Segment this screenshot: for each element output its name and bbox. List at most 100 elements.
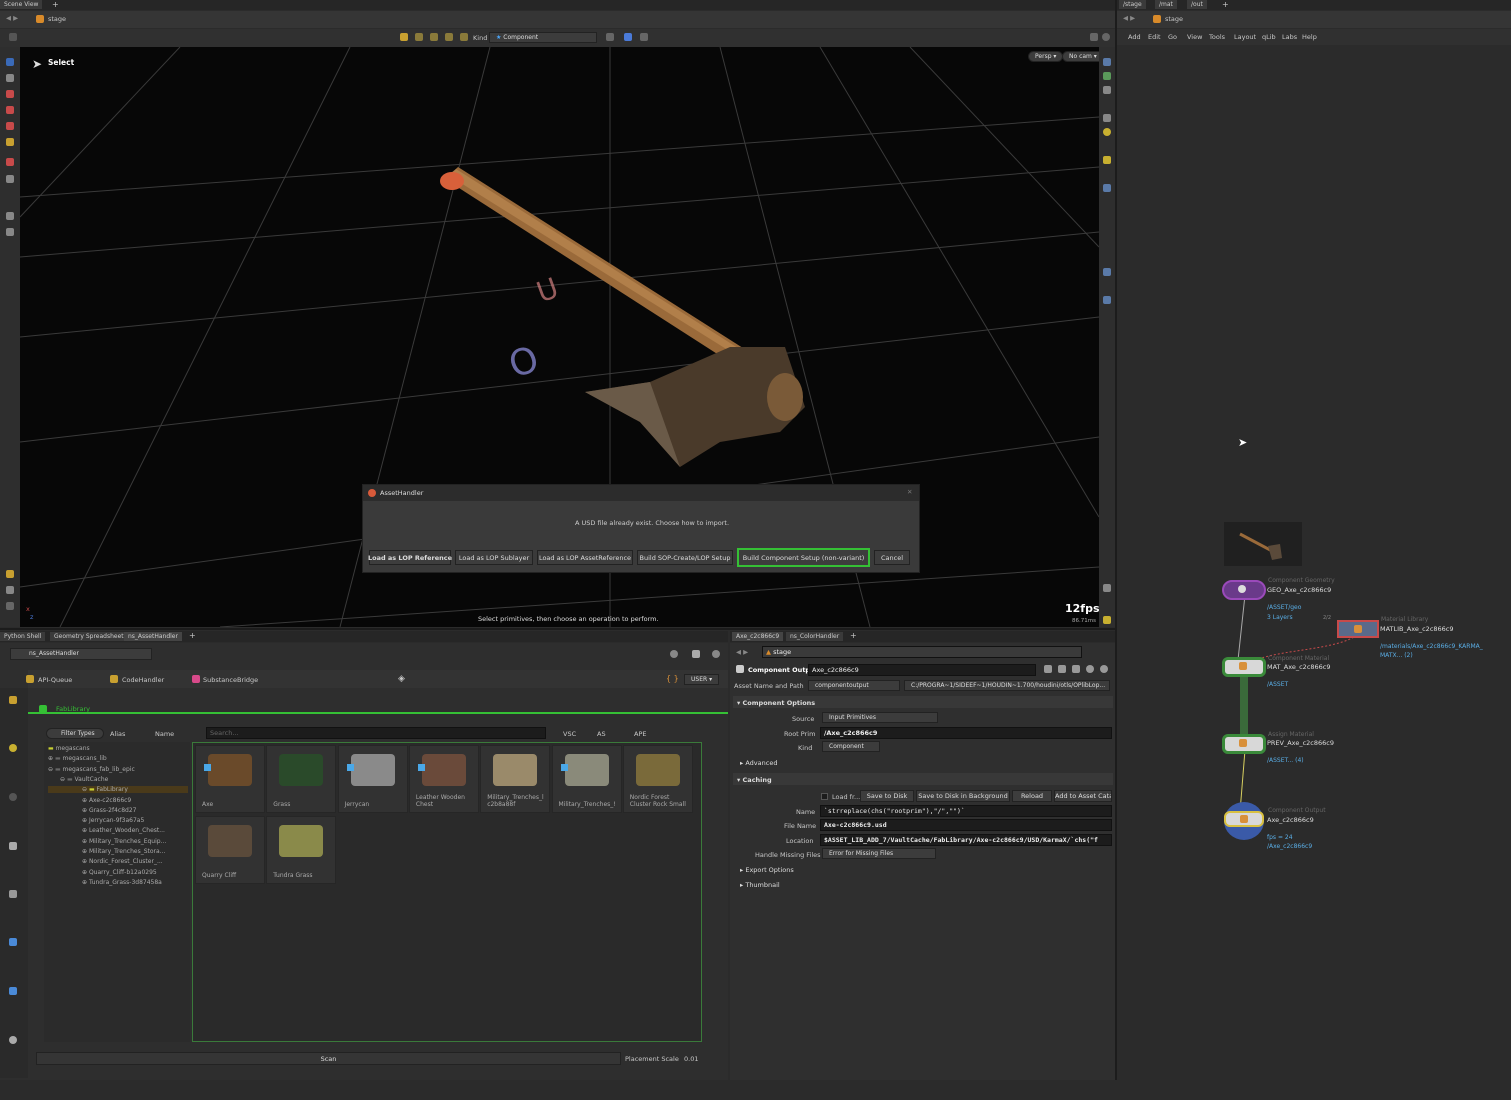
as-column[interactable]: AS	[597, 730, 606, 738]
alias-dropdown[interactable]: Alias	[110, 730, 125, 738]
tab-geometry-spreadsheet[interactable]: Geometry Spreadsheet	[50, 632, 128, 641]
ape-column[interactable]: APE	[634, 730, 646, 738]
back-arrow-icon[interactable]: ◀ ▶	[6, 14, 18, 22]
build-component-setup-button[interactable]: Build Component Setup (non-variant)	[737, 548, 870, 567]
lock-camera-icon[interactable]	[1103, 86, 1111, 94]
menu-help[interactable]: Help	[1302, 33, 1317, 41]
persp-menu[interactable]: Persp ▾	[1028, 51, 1064, 62]
menu-layout[interactable]: Layout	[1234, 33, 1256, 41]
tab-ns-colorhandler[interactable]: ns_ColorHandler	[786, 632, 844, 641]
flipbook-icon[interactable]	[6, 602, 14, 610]
handle-icon[interactable]	[6, 138, 14, 146]
menu-edit[interactable]: Edit	[1148, 33, 1161, 41]
tree-expander-icon[interactable]: ⊕	[82, 817, 89, 824]
scale-icon[interactable]	[6, 122, 14, 130]
asset-tile[interactable]: Quarry Cliff	[195, 816, 265, 884]
asset-handler-dropdown[interactable]: ns_AssetHandler	[10, 648, 152, 660]
rotate-icon[interactable]	[6, 106, 14, 114]
node-search-icon[interactable]	[1072, 665, 1080, 673]
load-from-checkbox[interactable]	[821, 793, 828, 800]
axe-model[interactable]	[440, 167, 805, 467]
code-braces-icon[interactable]: { }	[666, 674, 679, 683]
guides-icon[interactable]	[1103, 296, 1111, 304]
render-icon[interactable]	[6, 586, 14, 594]
selection-mode-icon[interactable]	[624, 33, 632, 41]
tree-expander-icon[interactable]: ⊕	[82, 827, 89, 834]
add-params-tab-icon[interactable]: +	[850, 631, 857, 640]
scan-button[interactable]: Scan	[36, 1052, 621, 1065]
help-icon[interactable]	[1102, 33, 1110, 41]
asset-tile[interactable]: Leather Wooden Chest	[408, 745, 479, 813]
tree-item[interactable]: ⊕ Quarry_Cliff-b12a0295	[82, 869, 157, 876]
placement-scale-value[interactable]: 0.01	[684, 1055, 698, 1063]
tab-python-shell[interactable]: Python Shell	[0, 632, 46, 641]
settings-icon[interactable]	[692, 650, 700, 658]
api-queue-button[interactable]: API-Queue	[38, 676, 72, 684]
tab-ns-assethandler[interactable]: ns_AssetHandler	[124, 632, 182, 641]
tree-item[interactable]: ⊕ Military_Trenches_Equip...	[82, 838, 166, 845]
tree-item[interactable]: ⊕ Grass-2f4c8d27	[82, 807, 136, 814]
tree-item[interactable]: ⊖ ▬ VaultCache	[60, 776, 108, 783]
add-pane-tab-icon[interactable]: +	[189, 631, 196, 640]
handle-missing-dropdown[interactable]: Error for Missing Files	[822, 848, 936, 859]
tree-item[interactable]: ⊖ ▬ FabLibrary	[48, 786, 188, 794]
tab-scene-view[interactable]: Scene View	[0, 0, 43, 9]
quixel-icon[interactable]	[9, 793, 17, 801]
lasso-select-icon[interactable]	[430, 33, 438, 41]
load-lop-sublayer-button[interactable]: Load as LOP Sublayer	[455, 550, 533, 565]
paint-select-icon[interactable]	[415, 33, 423, 41]
camera-view-icon[interactable]	[1103, 584, 1111, 592]
grid-toggle-icon[interactable]	[1103, 616, 1111, 624]
file-name-field[interactable]: Axe-c2c866c9.usd	[820, 819, 1112, 831]
tree-expander-icon[interactable]: ⊕	[48, 755, 55, 762]
tree-item[interactable]: ⊕ ▬ megascans_lib	[48, 755, 107, 762]
params-path-field[interactable]: ▲ stage	[762, 646, 1082, 658]
add-network-tab-icon[interactable]: +	[1222, 0, 1229, 9]
export-options-section[interactable]: ▸ Export Options	[740, 866, 794, 874]
asset-tile[interactable]: Military_Trenches_!	[551, 745, 622, 813]
tree-item[interactable]: ⊕ Axe-c2c866c9	[82, 797, 131, 804]
asset-tile[interactable]: Military_Trenches_l c2b8a88f	[480, 745, 551, 813]
select-arrow-icon[interactable]	[6, 58, 14, 66]
network-path[interactable]: stage	[1165, 15, 1183, 23]
advanced-section[interactable]: ▸ Advanced	[740, 759, 777, 767]
params-back-icon[interactable]: ◀ ▶	[736, 648, 748, 656]
name-column[interactable]: Name	[155, 730, 174, 738]
node-gear-icon[interactable]	[1044, 665, 1052, 673]
close-icon[interactable]: ✕	[907, 488, 912, 496]
asset-name-dropdown[interactable]: componentoutput	[808, 680, 900, 691]
tree-item[interactable]: ⊕ Leather_Wooden_Chest...	[82, 827, 165, 834]
asset-path-dropdown[interactable]: C:/PROGRA~1/SIDEEF~1/HOUDIN~1.700/houdin…	[904, 680, 1110, 691]
filter-types-button[interactable]: Filter Types	[46, 728, 104, 739]
asset-tile[interactable]: Tundra Grass	[266, 816, 337, 884]
translate-icon[interactable]	[6, 90, 14, 98]
menu-qlib[interactable]: qLib	[1262, 33, 1276, 41]
diamond-icon[interactable]: ◈	[398, 674, 405, 684]
user-dropdown[interactable]: USER ▾	[684, 674, 720, 685]
bulb-icon[interactable]	[1103, 156, 1111, 164]
tree-item[interactable]: ▬ megascans	[48, 745, 90, 752]
search-input[interactable]: Search...	[206, 727, 546, 739]
add-to-asset-catalog-button[interactable]: Add to Asset Cata	[1054, 790, 1112, 802]
tree-item[interactable]: ⊕ Military_Trenches_Stora...	[82, 848, 165, 855]
viewport-path[interactable]: stage	[48, 15, 66, 23]
laser-select-icon[interactable]	[445, 33, 453, 41]
pane-divider-horizontal[interactable]	[0, 628, 1115, 630]
camera-icon[interactable]	[6, 212, 14, 220]
tree-item[interactable]: ⊕ Nordic_Forest_Cluster_...	[82, 858, 163, 865]
asset-tile[interactable]: Nordic Forest Cluster Rock Small	[622, 745, 693, 813]
polyhaven-icon[interactable]	[9, 890, 17, 898]
tree-expander-icon[interactable]: ⊖	[48, 786, 89, 793]
display-icon[interactable]	[1103, 58, 1111, 66]
pane-divider[interactable]	[1115, 0, 1117, 1080]
tab-mat[interactable]: /mat	[1155, 0, 1177, 9]
megascans-icon[interactable]	[9, 744, 17, 752]
tree-expander-icon[interactable]: ⊕	[82, 848, 89, 855]
folder-icon[interactable]	[9, 696, 17, 704]
menu-go[interactable]: Go	[1168, 33, 1177, 41]
display-options-icon[interactable]	[606, 33, 614, 41]
tree-expander-icon[interactable]: ⊕	[82, 797, 89, 804]
build-sop-create-button[interactable]: Build SOP-Create/LOP Setup	[637, 550, 733, 565]
secure-select-icon[interactable]	[640, 33, 648, 41]
tab-stage[interactable]: /stage	[1119, 0, 1146, 9]
